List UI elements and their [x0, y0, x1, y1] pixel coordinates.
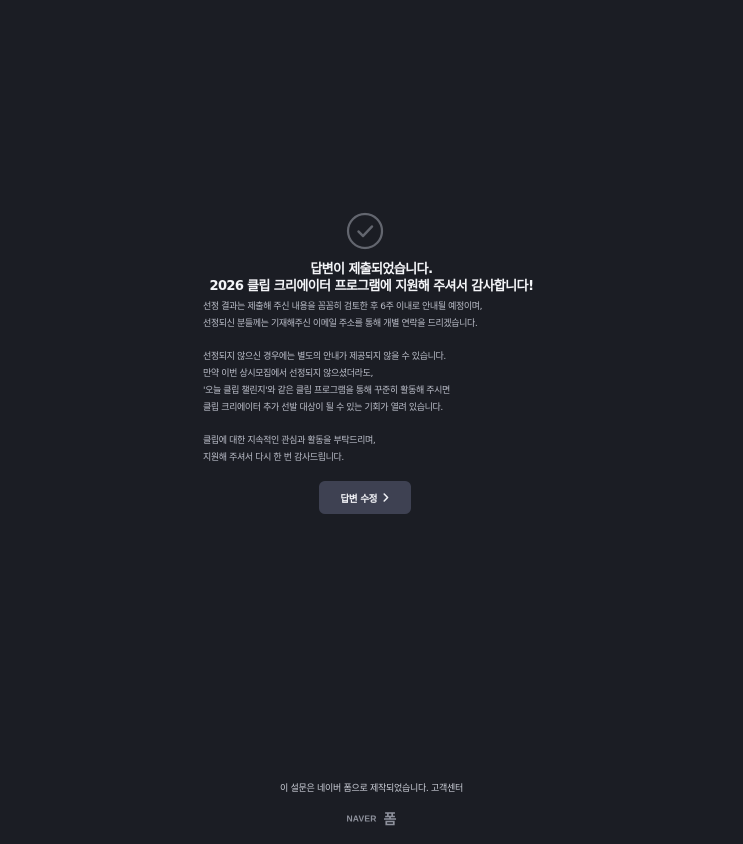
naver-form-logo[interactable]: NAVER 폼	[0, 808, 743, 829]
message-line: '오늘 클립 챌린지'와 같은 클립 프로그램을 통해 꾸준히 활동해 주시면	[203, 385, 450, 396]
chevron-right-icon	[383, 493, 389, 502]
message-paragraph: 선정 결과는 제출해 주신 내용을 꼼꼼히 검토한 후 6주 이내로 안내될 예…	[203, 299, 563, 333]
footer-notice: 이 설문은 네이버 폼으로 제작되었습니다. 고객센터	[0, 781, 743, 794]
form-logo-text: 폼	[383, 811, 397, 828]
footer-made-with-text: 이 설문은 네이버 폼으로 제작되었습니다.	[280, 784, 429, 794]
message-line: 지원해 주셔서 다시 한 번 감사드립니다.	[203, 453, 344, 464]
message-paragraph: 선정되지 않으신 경우에는 별도의 안내가 제공되지 않을 수 있습니다. 만약…	[203, 349, 563, 416]
check-circle-icon	[346, 212, 384, 250]
page-title: 답변이 제출되었습니다. 2026 클립 크리에이터 프로그램에 지원해 주셔서…	[0, 261, 743, 295]
naver-logo-text: NAVER	[346, 813, 377, 824]
message-line: 선정되지 않으신 경우에는 별도의 안내가 제공되지 않을 수 있습니다.	[203, 352, 446, 363]
message-line: 만약 이번 상시모집에서 선정되지 않으셨더라도,	[203, 369, 373, 380]
customer-center-link[interactable]: 고객센터	[431, 784, 463, 794]
title-line-thanks: 2026 클립 크리에이터 프로그램에 지원해 주셔서 감사합니다!	[209, 279, 535, 294]
edit-answer-button[interactable]: 답변 수정	[319, 481, 411, 514]
message-line: 클립에 대한 지속적인 관심과 활동을 부탁드리며,	[203, 436, 376, 447]
message-line: 선정 결과는 제출해 주신 내용을 꼼꼼히 검토한 후 6주 이내로 안내될 예…	[203, 302, 483, 312]
confirmation-message: 선정 결과는 제출해 주신 내용을 꼼꼼히 검토한 후 6주 이내로 안내될 예…	[203, 299, 563, 467]
message-paragraph: 클립에 대한 지속적인 관심과 활동을 부탁드리며, 지원해 주셔서 다시 한 …	[203, 433, 563, 467]
message-line: 선정되신 분들께는 기재해주신 이메일 주소를 통해 개별 연락을 드리겠습니다…	[203, 318, 478, 329]
message-line: 클립 크리에이터 추가 선발 대상이 될 수 있는 기회가 열려 있습니다.	[203, 402, 443, 413]
edit-answer-label: 답변 수정	[340, 493, 378, 505]
title-line-submitted: 답변이 제출되었습니다.	[310, 262, 433, 277]
